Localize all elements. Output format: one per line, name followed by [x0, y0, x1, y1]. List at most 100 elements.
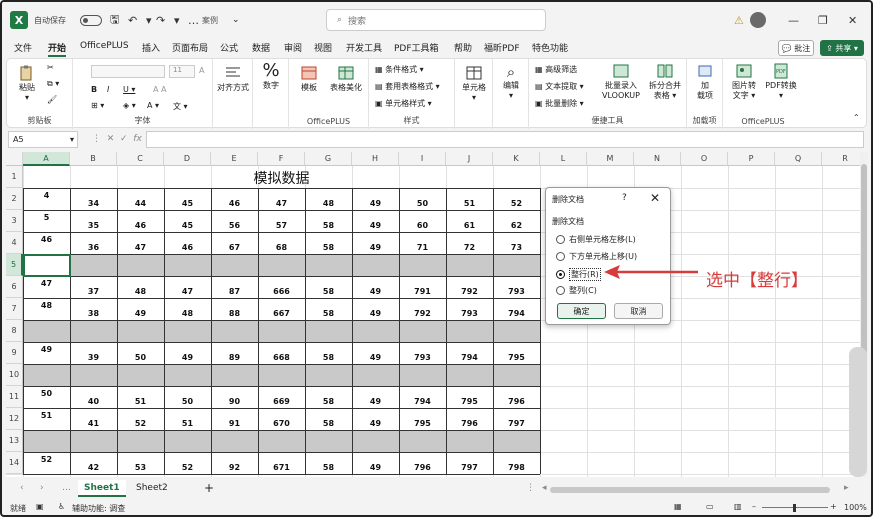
data-cell[interactable]: 51 [117, 397, 164, 406]
menu-item[interactable]: 数据 [252, 41, 270, 54]
column-header[interactable]: J [446, 152, 493, 166]
data-cell[interactable]: 50 [117, 353, 164, 362]
table-format-button[interactable]: ▤ 套用表格格式 ▾ [375, 81, 440, 92]
warning-icon[interactable]: ⚠ [734, 10, 744, 30]
column-header[interactable]: Q [775, 152, 822, 166]
data-cell[interactable]: 67 [211, 243, 258, 252]
row-header[interactable]: 9 [6, 342, 23, 364]
border-icon[interactable]: ⊞ ▾ [91, 101, 104, 110]
data-cell[interactable]: 45 [164, 221, 211, 230]
name-box[interactable]: A5 ▾ [8, 131, 78, 148]
data-cell[interactable]: 52 [117, 419, 164, 428]
radio-icon[interactable] [556, 252, 565, 261]
data-cell[interactable]: 49 [352, 221, 399, 230]
data-cell[interactable]: 92 [211, 463, 258, 472]
zoom-slider-thumb[interactable] [793, 504, 796, 512]
template-button[interactable]: 模板 [295, 65, 323, 93]
data-cell[interactable]: 50 [23, 389, 70, 398]
data-cell[interactable]: 42 [70, 463, 117, 472]
data-cell[interactable]: 794 [446, 353, 493, 362]
data-cell[interactable]: 792 [446, 287, 493, 296]
data-cell[interactable]: 37 [70, 287, 117, 296]
grow-font-icon[interactable]: A [199, 66, 204, 75]
column-header[interactable]: N [634, 152, 681, 166]
zoom-out-icon[interactable]: – [752, 502, 756, 511]
data-cell[interactable]: 56 [211, 221, 258, 230]
data-cell[interactable]: 47 [117, 243, 164, 252]
column-header[interactable]: P [728, 152, 775, 166]
radio-icon[interactable] [556, 235, 565, 244]
data-cell[interactable]: 49 [352, 397, 399, 406]
column-header[interactable]: F [258, 152, 305, 166]
data-cell[interactable]: 4 [23, 191, 70, 200]
data-cell[interactable]: 58 [305, 353, 352, 362]
cells-button[interactable]: 单元格 ▾ [457, 65, 491, 103]
data-cell[interactable]: 72 [446, 243, 493, 252]
menu-item[interactable]: 视图 [314, 41, 332, 54]
data-cell[interactable]: 87 [211, 287, 258, 296]
data-cell[interactable]: 36 [70, 243, 117, 252]
number-format-button[interactable]: % 数字 [255, 61, 287, 91]
data-cell[interactable]: 670 [258, 419, 305, 428]
redo-icon[interactable]: ↷ [156, 10, 165, 30]
undo-icon[interactable]: ↶ [128, 10, 137, 30]
data-cell[interactable]: 58 [305, 419, 352, 428]
page-break-icon[interactable]: ▥ [734, 502, 742, 511]
data-cell[interactable]: 792 [399, 309, 446, 318]
data-cell[interactable]: 46 [164, 243, 211, 252]
restore-icon[interactable]: ❐ [818, 10, 828, 30]
column-header[interactable]: A [23, 152, 70, 166]
font-size-increase-icon[interactable]: A A [153, 85, 167, 94]
data-cell[interactable]: 50 [399, 199, 446, 208]
column-header[interactable]: O [681, 152, 728, 166]
data-cell[interactable]: 53 [117, 463, 164, 472]
data-cell[interactable]: 49 [117, 309, 164, 318]
data-cell[interactable]: 48 [164, 309, 211, 318]
data-cell[interactable]: 58 [305, 287, 352, 296]
data-cell[interactable]: 44 [117, 199, 164, 208]
fill-color-icon[interactable]: ◈ ▾ [123, 101, 136, 110]
data-cell[interactable]: 68 [258, 243, 305, 252]
enter-icon[interactable]: ✓ [120, 134, 128, 144]
data-cell[interactable]: 88 [211, 309, 258, 318]
font-name-select[interactable] [91, 65, 165, 78]
data-cell[interactable]: 666 [258, 287, 305, 296]
data-cell[interactable]: 49 [352, 419, 399, 428]
data-cell[interactable]: 57 [258, 221, 305, 230]
row-header[interactable]: 3 [6, 210, 23, 232]
data-cell[interactable]: 48 [117, 287, 164, 296]
column-header[interactable]: R [822, 152, 863, 166]
column-header[interactable]: D [164, 152, 211, 166]
option-entire-row[interactable]: 整行(R) [556, 268, 601, 281]
column-header[interactable]: H [352, 152, 399, 166]
column-header[interactable]: M [587, 152, 634, 166]
data-cell[interactable]: 795 [446, 397, 493, 406]
data-cell[interactable]: 51 [23, 411, 70, 420]
zoom-in-icon[interactable]: + [830, 502, 837, 511]
option-shift-up[interactable]: 下方单元格上移(U) [556, 251, 637, 262]
data-cell[interactable]: 49 [352, 309, 399, 318]
cut-icon[interactable]: ✂ [47, 63, 54, 72]
data-cell[interactable]: 794 [493, 309, 540, 318]
data-cell[interactable]: 73 [493, 243, 540, 252]
data-cell[interactable]: 793 [493, 287, 540, 296]
cancel-icon[interactable]: ✕ [107, 134, 115, 144]
data-cell[interactable]: 58 [305, 397, 352, 406]
data-cell[interactable]: 5 [23, 213, 70, 222]
data-cell[interactable]: 793 [399, 353, 446, 362]
dropdown-icon[interactable]: ▾ [174, 10, 180, 30]
data-cell[interactable]: 52 [23, 455, 70, 464]
column-header[interactable]: B [70, 152, 117, 166]
chevron-down-icon[interactable]: ⌄ [232, 10, 240, 30]
data-cell[interactable]: 46 [117, 221, 164, 230]
row-header[interactable]: 12 [6, 408, 23, 430]
data-cell[interactable]: 797 [493, 419, 540, 428]
collapse-ribbon-icon[interactable]: ⌃ [853, 113, 860, 122]
paste-button[interactable]: 粘贴 ▾ [15, 65, 39, 103]
avatar[interactable] [750, 12, 766, 28]
row-header[interactable]: 4 [6, 232, 23, 254]
scroll-right-icon[interactable]: ▸ [838, 480, 855, 497]
data-cell[interactable]: 38 [70, 309, 117, 318]
font-size-select[interactable]: 11 [169, 65, 195, 78]
data-cell[interactable]: 71 [399, 243, 446, 252]
